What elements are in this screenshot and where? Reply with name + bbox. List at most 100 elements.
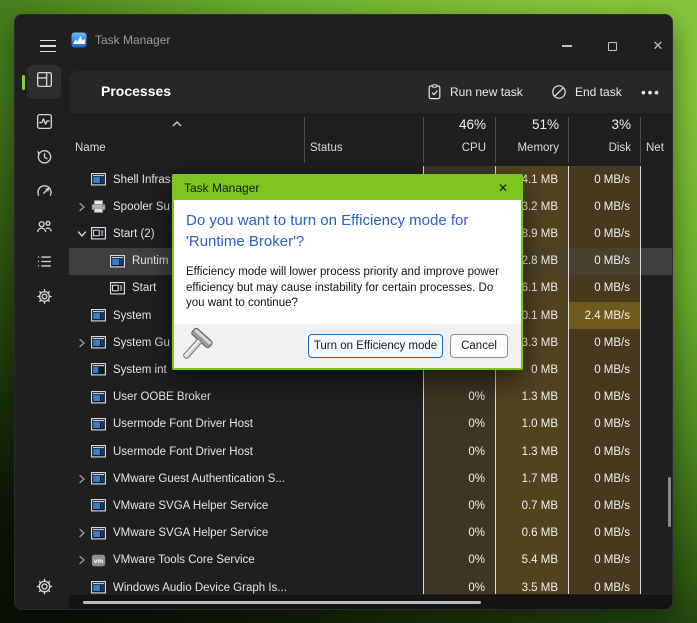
cpu-cell: 0% <box>423 411 495 438</box>
app-icon <box>91 308 106 323</box>
chevron-right-icon[interactable] <box>73 329 91 356</box>
column-header-network[interactable]: Net <box>646 142 664 154</box>
cpu-cell: 0% <box>423 465 495 492</box>
app-icon <box>91 471 106 486</box>
disk-cell: 0 MB/s <box>568 465 640 492</box>
sidebar-item-startup-apps[interactable] <box>27 177 61 211</box>
process-name: Spooler Su <box>113 201 170 213</box>
status-cell <box>304 465 423 492</box>
close-button[interactable]: ✕ <box>638 30 673 62</box>
end-task-button[interactable]: End task <box>545 77 628 107</box>
titlebar: Task Manager ✕ <box>15 15 672 63</box>
app-history-icon <box>35 147 54 171</box>
status-cell <box>304 520 423 547</box>
processes-icon <box>35 70 54 94</box>
vm-icon: vm <box>91 553 106 568</box>
table-row[interactable]: Usermode Font Driver Host0%1.0 MB0 MB/s <box>69 411 673 438</box>
printer-icon <box>91 199 106 214</box>
efficiency-mode-dialog: Task Manager ✕ Do you want to turn on Ef… <box>172 174 523 370</box>
process-name: VMware Guest Authentication S... <box>113 473 285 485</box>
disk-cell: 0 MB/s <box>568 356 640 383</box>
sidebar-item-details[interactable] <box>27 247 61 281</box>
disk-cell: 0 MB/s <box>568 166 640 193</box>
dialog-title: Task Manager <box>184 181 493 195</box>
hamburger-menu-icon[interactable] <box>34 32 62 60</box>
memory-cell: 3.5 MB <box>495 574 568 594</box>
process-name: Usermode Font Driver Host <box>113 418 253 430</box>
memory-cell: 5.4 MB <box>495 547 568 574</box>
horizontal-scrollbar[interactable] <box>69 595 673 610</box>
table-row[interactable]: VMware SVGA Helper Service0%0.7 MB0 MB/s <box>69 492 673 519</box>
network-cell <box>640 574 673 594</box>
column-header-status[interactable]: Status <box>310 142 343 154</box>
performance-icon <box>35 112 54 136</box>
chevron-right-icon[interactable] <box>73 520 91 547</box>
chevron-right-icon[interactable] <box>73 465 91 492</box>
network-cell <box>640 438 673 465</box>
disk-cell: 0 MB/s <box>568 329 640 356</box>
maximize-button[interactable] <box>592 30 632 62</box>
more-options-button[interactable]: ••• <box>635 77 667 107</box>
process-name: System <box>113 310 151 322</box>
table-row[interactable]: VMware Guest Authentication S...0%1.7 MB… <box>69 465 673 492</box>
process-name: VMware Tools Core Service <box>113 554 255 566</box>
sidebar-item-performance[interactable] <box>27 107 61 141</box>
minimize-button[interactable] <box>547 30 587 62</box>
cpu-cell: 0% <box>423 547 495 574</box>
horizontal-scrollbar-thumb[interactable] <box>83 601 481 604</box>
status-cell <box>304 384 423 411</box>
column-header-name[interactable]: Name <box>75 142 106 154</box>
table-row[interactable]: Usermode Font Driver Host0%1.3 MB0 MB/s <box>69 438 673 465</box>
sidebar-item-users[interactable] <box>27 212 61 246</box>
network-cell <box>640 166 673 193</box>
disk-cell: 0 MB/s <box>568 520 640 547</box>
process-name: Runtim <box>132 255 168 267</box>
process-name: VMware SVGA Helper Service <box>113 500 268 512</box>
cancel-button[interactable]: Cancel <box>450 334 508 358</box>
process-name: Usermode Font Driver Host <box>113 446 253 458</box>
dialog-body: Do you want to turn on Efficiency mode f… <box>174 200 521 324</box>
network-cell <box>640 302 673 329</box>
process-name-cell: Usermode Font Driver Host <box>69 411 304 438</box>
process-name-cell: VMware SVGA Helper Service <box>69 520 304 547</box>
sidebar-item-services[interactable] <box>27 282 61 316</box>
column-header-cpu[interactable]: CPU <box>423 142 486 154</box>
desktop-wallpaper: Task Manager ✕ Processes Run new task <box>0 0 697 623</box>
sidebar-item-settings[interactable] <box>27 572 61 606</box>
cpu-cell: 0% <box>423 520 495 547</box>
table-header: Name Status 46% CPU 51% Memory 3% Disk N… <box>69 113 673 166</box>
turn-on-efficiency-mode-button[interactable]: Turn on Efficiency mode <box>308 334 443 358</box>
process-name: User OOBE Broker <box>113 391 211 403</box>
sidebar <box>15 63 69 609</box>
table-row[interactable]: Windows Audio Device Graph Is...0%3.5 MB… <box>69 574 673 594</box>
app-icon <box>91 172 106 187</box>
disk-cell: 0 MB/s <box>568 438 640 465</box>
disk-cell: 0 MB/s <box>568 193 640 220</box>
process-name-cell: Usermode Font Driver Host <box>69 438 304 465</box>
column-header-memory[interactable]: Memory <box>495 142 559 154</box>
table-row[interactable]: vmVMware Tools Core Service0%5.4 MB0 MB/… <box>69 547 673 574</box>
memory-cell: 0.7 MB <box>495 492 568 519</box>
column-header-disk[interactable]: Disk <box>568 142 631 154</box>
app-icon <box>91 580 106 594</box>
process-name-cell: vm VMware Tools Core Service <box>69 547 304 574</box>
app-icon <box>91 335 106 350</box>
chevron-right-icon[interactable] <box>73 193 91 220</box>
startup-apps-icon <box>35 182 54 206</box>
chevron-down-icon[interactable] <box>73 220 91 247</box>
status-cell <box>304 438 423 465</box>
vertical-scrollbar-thumb[interactable] <box>668 477 671 527</box>
sidebar-item-processes[interactable] <box>27 65 61 99</box>
table-row[interactable]: User OOBE Broker0%1.3 MB0 MB/s <box>69 384 673 411</box>
page-title: Processes <box>101 83 171 99</box>
status-cell <box>304 547 423 574</box>
dialog-close-icon[interactable]: ✕ <box>493 181 513 195</box>
services-icon <box>35 287 54 311</box>
disk-total-usage: 3% <box>568 117 631 132</box>
sidebar-item-app-history[interactable] <box>27 142 61 176</box>
disk-cell: 0 MB/s <box>568 220 640 247</box>
memory-cell: 1.3 MB <box>495 438 568 465</box>
table-row[interactable]: VMware SVGA Helper Service0%0.6 MB0 MB/s <box>69 520 673 547</box>
run-new-task-button[interactable]: Run new task <box>421 77 529 107</box>
chevron-right-icon[interactable] <box>73 547 91 574</box>
